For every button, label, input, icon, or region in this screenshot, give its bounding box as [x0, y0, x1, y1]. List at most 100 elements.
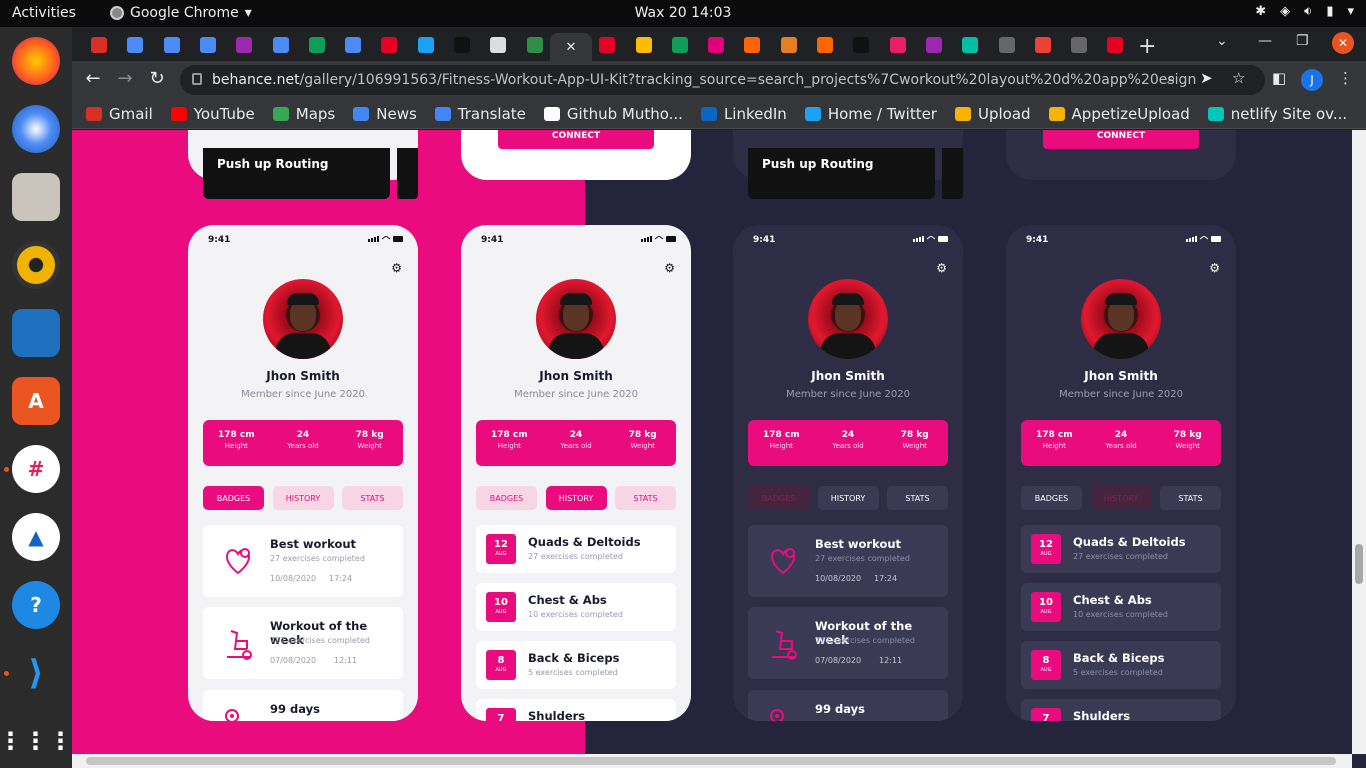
tab[interactable] — [810, 33, 840, 57]
system-tray[interactable]: ✱ ◈ 🔉︎ ▮ ▾ — [1255, 4, 1354, 19]
bookmark-netlify[interactable]: netlify Site ov... — [1207, 105, 1347, 123]
minimize-button[interactable]: — — [1258, 33, 1272, 49]
behance-page[interactable]: Push up Routing CONNECT Push up Routing … — [72, 130, 1366, 768]
tab[interactable] — [120, 33, 150, 57]
menu-icon[interactable]: ⋮ — [1338, 69, 1353, 87]
tab[interactable] — [520, 33, 550, 57]
close-window-button[interactable]: ✕ — [1332, 32, 1354, 54]
help-icon[interactable]: ? — [12, 581, 60, 629]
tab[interactable] — [846, 33, 876, 57]
history-card[interactable]: 7 Shulders — [476, 699, 676, 721]
scroll-thumb[interactable] — [86, 757, 1336, 765]
horizontal-scrollbar[interactable] — [72, 754, 1352, 768]
gear-icon[interactable]: ⚙ — [1209, 261, 1220, 275]
tab-history[interactable]: HISTORY — [272, 486, 334, 510]
history-card[interactable]: 10 AUG Chest & Abs 10 exercises completed — [476, 583, 676, 631]
history-card[interactable]: 10 AUG Chest & Abs 10 exercises completed — [1021, 583, 1221, 631]
show-apps-icon[interactable]: ⋮⋮⋮ — [0, 717, 73, 765]
tab[interactable] — [266, 33, 296, 57]
rhythmbox-icon[interactable] — [12, 241, 60, 289]
address-bar[interactable]: behance.net/gallery/106991563/Fitness-Wo… — [180, 65, 1265, 95]
power-menu-icon[interactable]: ▾ — [1347, 4, 1354, 19]
slack-tray-icon[interactable]: ✱ — [1255, 4, 1266, 19]
tab-search-icon[interactable]: ⌄ — [1216, 33, 1228, 49]
history-card[interactable]: 8 AUG Back & Biceps 5 exercises completed — [476, 641, 676, 689]
tab[interactable] — [701, 33, 731, 57]
badge-card[interactable]: Workout of the week 727 exercises comple… — [203, 607, 403, 679]
tab[interactable] — [84, 33, 114, 57]
history-card[interactable]: 8 AUG Back & Biceps 5 exercises completed — [1021, 641, 1221, 689]
bookmark-gmail[interactable]: Gmail — [86, 105, 153, 123]
tab[interactable] — [483, 33, 513, 57]
software-center-icon[interactable]: A — [12, 377, 60, 425]
writer-icon[interactable] — [12, 309, 60, 357]
tab[interactable] — [629, 33, 659, 57]
tab[interactable] — [1064, 33, 1094, 57]
badge-card[interactable]: 99 days — [203, 690, 403, 721]
vertical-scrollbar[interactable] — [1352, 130, 1366, 754]
tab[interactable] — [919, 33, 949, 57]
tab[interactable] — [1028, 33, 1058, 57]
tab-stats[interactable]: STATS — [342, 486, 403, 510]
tab-stats[interactable]: STATS — [887, 486, 948, 510]
android-studio-icon[interactable]: ▲ — [12, 513, 60, 561]
tab-stats[interactable]: STATS — [1160, 486, 1221, 510]
maximize-button[interactable]: ❐ — [1296, 33, 1309, 49]
badge-card[interactable]: 99 days — [748, 690, 948, 721]
tab-badges[interactable]: BADGES — [203, 486, 264, 510]
bookmark-youtube[interactable]: YouTube — [170, 105, 255, 123]
side-panel-icon[interactable]: ◧ — [1272, 69, 1286, 87]
bookmark-news[interactable]: News — [353, 105, 417, 123]
gear-icon[interactable]: ⚙ — [936, 261, 947, 275]
close-tab-icon[interactable]: ✕ — [565, 40, 576, 55]
badge-card[interactable]: Best workout 27 exercises completed 10/0… — [203, 525, 403, 597]
tab[interactable] — [302, 33, 332, 57]
bookmark-github[interactable]: Github Mutho... — [543, 105, 683, 123]
profile-avatar[interactable]: J — [1301, 69, 1323, 91]
tab-stats[interactable]: STATS — [615, 486, 676, 510]
forward-button[interactable]: → — [112, 68, 138, 92]
bookmark-upload[interactable]: Upload — [954, 105, 1031, 123]
badge-card[interactable]: Workout of the week 727 exercises comple… — [748, 607, 948, 679]
thunderbird-icon[interactable] — [12, 105, 60, 153]
tab[interactable] — [883, 33, 913, 57]
back-button[interactable]: ← — [80, 68, 106, 92]
connect-button[interactable]: CONNECT — [498, 130, 654, 149]
badge-card[interactable]: Best workout 27 exercises completed 10/0… — [748, 525, 948, 597]
tab[interactable] — [338, 33, 368, 57]
tab-history[interactable]: HISTORY — [545, 486, 607, 510]
bookmark-appetize[interactable]: AppetizeUpload — [1048, 105, 1190, 123]
tab[interactable] — [992, 33, 1022, 57]
tab[interactable] — [229, 33, 259, 57]
wifi-icon[interactable]: ◈ — [1280, 4, 1290, 19]
gear-icon[interactable]: ⚙ — [664, 261, 675, 275]
history-card[interactable]: 12 AUG Quads & Deltoids 27 exercises comp… — [1021, 525, 1221, 573]
vscode-icon[interactable]: ⟩ — [12, 649, 60, 697]
tab-badges[interactable]: BADGES — [1021, 486, 1082, 510]
new-tab-button[interactable]: + — [1138, 34, 1156, 59]
scroll-thumb[interactable] — [1355, 544, 1363, 584]
slack-icon[interactable]: # — [12, 445, 60, 493]
reload-button[interactable]: ↻ — [144, 68, 170, 92]
battery-icon[interactable]: ▮ — [1326, 4, 1333, 19]
app-menu[interactable]: Google Chrome ▾ — [110, 5, 252, 21]
gear-icon[interactable]: ⚙ — [391, 261, 402, 275]
tab-history[interactable]: HISTORY — [817, 486, 879, 510]
share-icon[interactable]: ➤ — [1200, 69, 1213, 87]
tab[interactable] — [592, 33, 622, 57]
zoom-search-icon[interactable]: ⌕ — [1167, 69, 1175, 87]
tab-badges[interactable]: BADGES — [748, 486, 809, 510]
tab-badges[interactable]: BADGES — [476, 486, 537, 510]
bookmark-linkedin[interactable]: LinkedIn — [700, 105, 787, 123]
connect-button[interactable]: CONNECT — [1043, 130, 1199, 149]
firefox-icon[interactable] — [12, 37, 60, 85]
history-card[interactable]: 7 Shulders — [1021, 699, 1221, 721]
tab[interactable] — [737, 33, 767, 57]
tab[interactable] — [955, 33, 985, 57]
tab[interactable] — [374, 33, 404, 57]
tab-active[interactable]: ✕ — [549, 33, 592, 61]
bookmark-star-icon[interactable]: ☆ — [1232, 69, 1245, 87]
bookmark-twitter[interactable]: Home / Twitter — [804, 105, 937, 123]
tab[interactable] — [157, 33, 187, 57]
bookmark-maps[interactable]: Maps — [272, 105, 335, 123]
